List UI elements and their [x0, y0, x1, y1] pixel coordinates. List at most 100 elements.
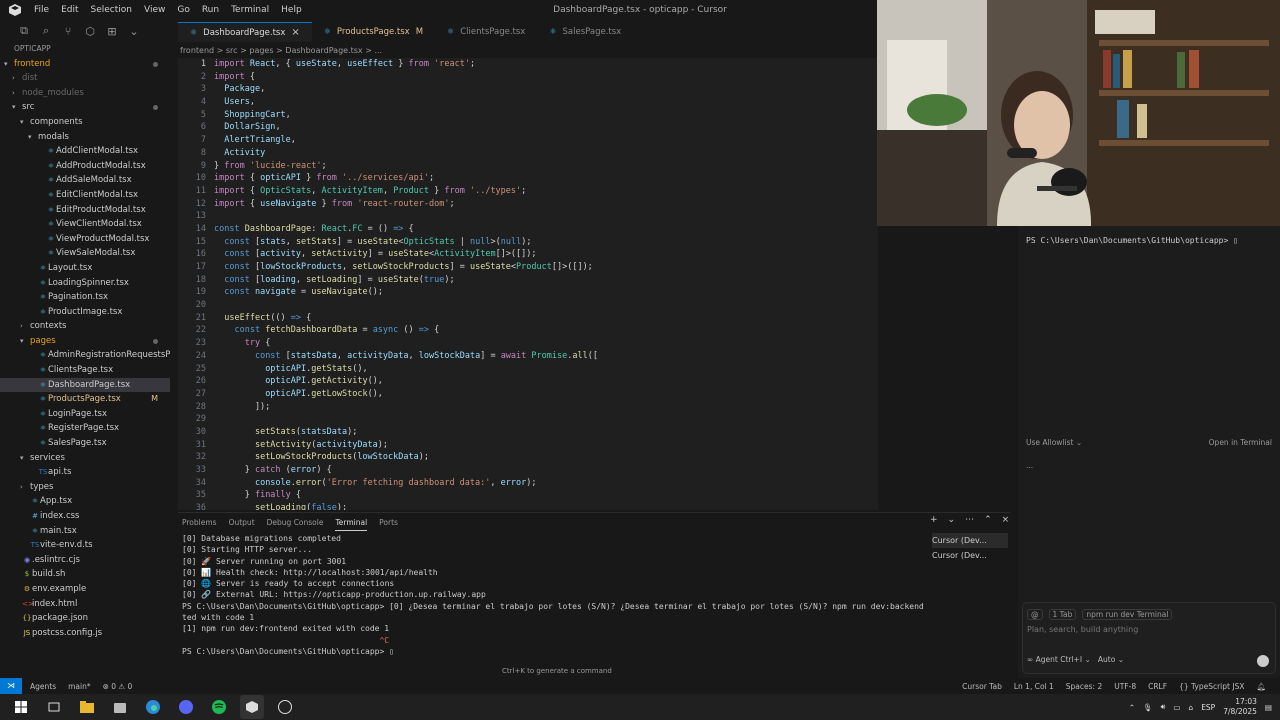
menu-item-selection[interactable]: Selection — [85, 0, 138, 20]
terminal-instance[interactable]: Cursor (Dev... — [932, 533, 1008, 548]
remote-icon[interactable]: ⋊ — [0, 678, 22, 694]
tab-productspage-tsx[interactable]: ⚛ ProductsPage.tsx M — [312, 22, 435, 42]
tab-clientspage-tsx[interactable]: ⚛ ClientsPage.tsx — [435, 22, 537, 42]
file-explorer-icon[interactable] — [75, 695, 99, 719]
close-icon[interactable]: × — [291, 23, 299, 43]
context-pill[interactable]: 1 Tab — [1048, 609, 1077, 620]
cursor-app-icon[interactable] — [240, 695, 264, 719]
discord-icon[interactable] — [174, 695, 198, 719]
file-item[interactable]: ⚛ Pagination.tsx — [0, 290, 170, 305]
display-icon[interactable]: ⌂ — [1188, 703, 1193, 712]
status-item[interactable]: CRLF — [1148, 682, 1167, 691]
file-item[interactable]: ◉ .eslintrc.cjs — [0, 553, 170, 568]
file-item[interactable]: ⚙ env.example — [0, 582, 170, 597]
file-item[interactable]: ⚛ DashboardPage.tsx — [0, 377, 170, 393]
use-allowlist-button[interactable]: Use Allowlist ⌄ — [1026, 438, 1082, 447]
file-item[interactable]: ⚛ ProductImage.tsx — [0, 305, 170, 320]
file-item[interactable]: ⚛ ViewProductModal.tsx — [0, 232, 170, 247]
file-item[interactable]: ⚛ LoadingSpinner.tsx — [0, 276, 170, 291]
send-button[interactable] — [1257, 655, 1269, 667]
files-icon[interactable]: ⧉ — [18, 24, 30, 38]
status-item[interactable]: Ln 1, Col 1 — [1014, 682, 1054, 691]
file-item[interactable]: ⚛ RegisterPage.tsx — [0, 421, 170, 436]
terminal-instance[interactable]: Cursor (Dev... — [932, 548, 1008, 563]
file-item[interactable]: ⚛ Layout.tsx — [0, 261, 170, 276]
context-pill[interactable]: npm run dev Terminal — [1082, 609, 1173, 620]
bell-icon[interactable]: 🔔︎ — [1256, 682, 1266, 691]
panel-tab-ports[interactable]: Ports — [379, 515, 398, 531]
menu-item-terminal[interactable]: Terminal — [225, 0, 275, 20]
file-item[interactable]: ⚛ main.tsx — [0, 524, 170, 539]
context-pill[interactable]: @ — [1027, 609, 1043, 620]
windows-start-icon[interactable] — [9, 695, 33, 719]
store-icon[interactable] — [108, 695, 132, 719]
menu-item-edit[interactable]: Edit — [55, 0, 84, 20]
source-control-icon[interactable]: ⑂ — [62, 25, 74, 38]
breadcrumb[interactable]: frontend > src > pages > DashboardPage.t… — [178, 44, 382, 58]
edge-icon[interactable] — [141, 695, 165, 719]
folder-item[interactable]: ▾ pages — [0, 334, 170, 349]
file-item[interactable]: ⚛AdminRegistrationRequestsPag... — [0, 348, 170, 363]
open-in-terminal-button[interactable]: Open in Terminal — [1209, 438, 1272, 447]
folder-item[interactable]: › dist — [0, 71, 170, 86]
menu-item-view[interactable]: View — [138, 0, 171, 20]
chat-input[interactable]: Plan, search, build anything — [1027, 625, 1138, 634]
clock[interactable]: 17:03 7/8/2025 — [1223, 697, 1257, 717]
close-icon[interactable]: × — [1002, 515, 1010, 525]
file-item[interactable]: # index.css — [0, 509, 170, 524]
maximize-icon[interactable]: ⌃ — [984, 515, 992, 525]
spotify-icon[interactable] — [207, 695, 231, 719]
folder-item[interactable]: › contexts — [0, 319, 170, 334]
panel-tab-problems[interactable]: Problems — [182, 515, 217, 531]
agent-mode-selector[interactable]: ∞ Agent Ctrl+I ⌄ Auto ⌄ — [1027, 655, 1124, 664]
grid-icon[interactable]: ⊞ — [106, 25, 118, 38]
extensions-icon[interactable]: ⬡ — [84, 25, 96, 38]
input-language[interactable]: ESP — [1201, 703, 1215, 712]
menu-item-help[interactable]: Help — [275, 0, 308, 20]
file-item[interactable]: ⚛ ProductsPage.tsx M — [0, 392, 170, 407]
folder-item[interactable]: ▾ src — [0, 100, 170, 115]
file-item[interactable]: ⚛ AddSaleModal.tsx — [0, 173, 170, 188]
tab-dashboardpage-tsx[interactable]: ⚛ DashboardPage.tsx × — [178, 22, 312, 42]
file-item[interactable]: TSapi.ts — [0, 465, 170, 480]
menu-item-file[interactable]: File — [28, 0, 55, 20]
file-item[interactable]: ⚛ AddProductModal.tsx — [0, 159, 170, 174]
file-item[interactable]: $ build.sh — [0, 567, 170, 582]
status-item[interactable]: ⊗ 0 ⚠ 0 — [103, 682, 133, 691]
folder-item[interactable]: ▾ frontend — [0, 57, 170, 72]
obs-icon[interactable] — [273, 695, 297, 719]
panel-tab-output[interactable]: Output — [229, 515, 255, 531]
status-item[interactable]: Cursor Tab — [962, 682, 1002, 691]
status-item[interactable]: {} TypeScript JSX — [1179, 682, 1244, 691]
file-item[interactable]: JS postcss.config.js — [0, 626, 170, 641]
status-item[interactable]: Spaces: 2 — [1066, 682, 1102, 691]
chevron-up-icon[interactable]: ⌃ — [1129, 703, 1135, 712]
status-item[interactable]: Agents — [30, 682, 56, 691]
model-selector[interactable]: Auto ⌄ — [1098, 655, 1124, 664]
file-item[interactable]: ⚛ AddClientModal.tsx — [0, 144, 170, 159]
monitor-icon[interactable]: ▭ — [1173, 703, 1180, 712]
status-item[interactable]: UTF-8 — [1114, 682, 1136, 691]
terminal-output[interactable]: [0] Database migrations completed [0] Sta… — [182, 533, 926, 657]
file-item[interactable]: ⚛ EditProductModal.tsx — [0, 203, 170, 218]
file-item[interactable]: ⚛ ClientsPage.tsx — [0, 363, 170, 378]
chevron-down-icon[interactable]: ⌄ — [948, 515, 956, 525]
status-item[interactable]: main* — [68, 682, 91, 691]
panel-tab-debug-console[interactable]: Debug Console — [267, 515, 324, 531]
menu-item-run[interactable]: Run — [196, 0, 225, 20]
folder-item[interactable]: ▾ modals — [0, 130, 170, 145]
folder-item[interactable]: › node_modules — [0, 86, 170, 101]
add-terminal-icon[interactable]: + — [930, 515, 938, 525]
file-item[interactable]: {}package.json — [0, 611, 170, 626]
microphone-icon[interactable]: 🎙︎ — [1143, 703, 1153, 712]
code-editor[interactable]: 1 import React, { useState, useEffect } f… — [178, 58, 878, 510]
file-item[interactable]: ⚛ SalesPage.tsx — [0, 436, 170, 451]
search-icon[interactable]: ⌕ — [40, 24, 52, 38]
menu-item-go[interactable]: Go — [171, 0, 195, 20]
more-icon[interactable]: ⋯ — [965, 515, 974, 525]
file-item[interactable]: ⚛ EditClientModal.tsx — [0, 188, 170, 203]
folder-item[interactable]: ▾ components — [0, 115, 170, 130]
task-view-icon[interactable] — [42, 695, 66, 719]
tab-salespage-tsx[interactable]: ⚛ SalesPage.tsx — [537, 22, 633, 42]
panel-tab-terminal[interactable]: Terminal — [335, 515, 368, 531]
